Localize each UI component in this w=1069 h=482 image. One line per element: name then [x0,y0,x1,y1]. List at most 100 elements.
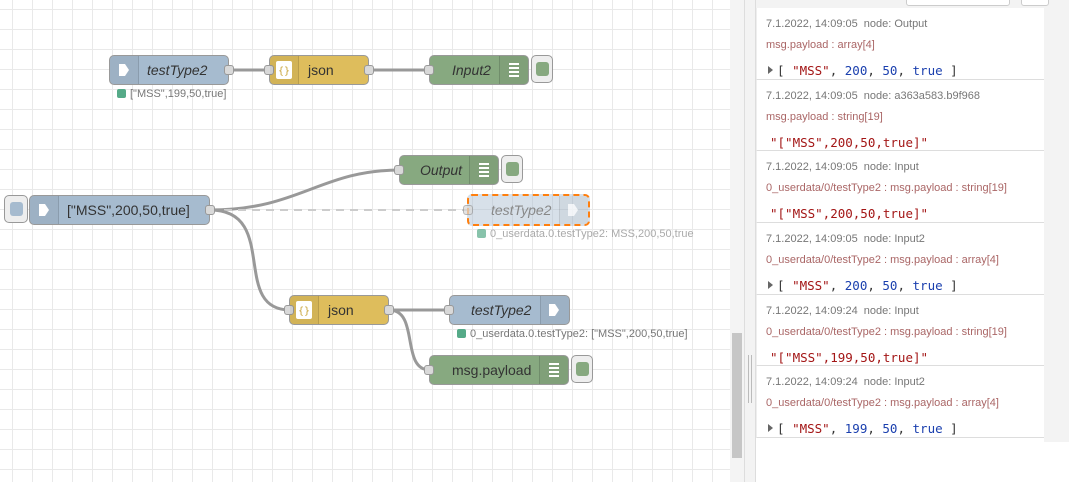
debug-toggle-button[interactable] [501,155,523,183]
message-topic: 0_userdata/0/testType2 : msg.payload : s… [766,182,1007,195]
debug-message-list: 7.1.2022, 14:09:05 node: Output msg.payloa… [756,8,1044,439]
message-meta: 7.1.2022, 14:09:05 node: Input [766,161,1044,173]
output-port[interactable] [364,65,374,75]
input-port[interactable] [463,205,473,215]
message-value[interactable]: [ "MSS", 200, 50, true ] [766,63,1044,78]
ioBroker-out-node[interactable]: testType2 [444,295,570,325]
message-node-link[interactable]: node: Input2 [864,376,925,388]
wire-inject-to-output [209,168,401,212]
node-status: 0_userdata.0.testType2: MSS,200,50,true [477,228,694,240]
message-value[interactable]: [ "MSS", 199, 50, true ] [766,421,1044,436]
inject-trigger-button[interactable] [4,195,28,223]
node-label: Input2 [452,62,491,78]
message-node-link[interactable]: node: a363a583.b9f968 [864,90,980,102]
message-meta: 7.1.2022, 14:09:24 node: Input2 [766,376,1044,388]
expand-triangle-icon[interactable] [768,424,773,433]
message-value: "["MSS",199,50,true]" [766,350,1044,365]
message-topic: 0_userdata/0/testType2 : msg.payload : a… [766,397,999,410]
message-timestamp: 7.1.2022, 14:09:05 [766,89,858,102]
message-value[interactable]: [ "MSS", 200, 50, true ] [766,278,1044,293]
svg-text:{}: {} [278,66,290,77]
message-value: "["MSS",200,50,true]" [766,206,1044,221]
wire-inject-to-json-bottom [209,208,291,312]
debug-node-input2[interactable]: Input2 [424,55,529,85]
inject-node-testtype2[interactable]: testType2 [109,55,234,85]
debug-message: 7.1.2022, 14:09:05 node: a363a583.b9f968 m… [756,79,1044,152]
debug-scrollbar[interactable] [1044,8,1069,442]
debug-message: 7.1.2022, 14:09:05 node: Output msg.payloa… [756,8,1044,80]
message-value-text: "["MSS",199,50,true]" [770,349,929,365]
debug-list-icon [499,56,528,84]
node-label: testType2 [491,202,552,218]
output-port[interactable] [224,65,234,75]
expand-triangle-icon[interactable] [768,66,773,74]
message-timestamp: 7.1.2022, 14:09:05 [766,233,858,246]
inject-arrow-icon [110,56,139,84]
message-node-link[interactable]: node: Input2 [864,233,925,245]
message-node-link[interactable]: node: Input [864,305,919,317]
node-label: testType2 [471,302,532,318]
debug-message: 7.1.2022, 14:09:05 node: Input 0_userdata/… [756,151,1044,224]
message-value-text: [ "MSS", 199, 50, true ] [777,421,958,437]
node-status: 0_userdata.0.testType2: ["MSS",200,50,tr… [457,328,688,340]
debug-sidebar: 7.1.2022, 14:09:05 node: Output msg.payloa… [756,0,1069,482]
svg-text:{}: {} [298,306,310,317]
message-meta: 7.1.2022, 14:09:05 node: Output [766,18,1044,30]
json-node[interactable]: {} json [264,55,374,85]
node-status: ["MSS",199,50,true] [117,88,226,100]
input-port[interactable] [394,165,404,175]
message-timestamp: 7.1.2022, 14:09:05 [766,18,858,30]
debug-message: 7.1.2022, 14:09:24 node: Input2 0_userdata… [756,366,1044,439]
debug-toggle-button[interactable] [531,55,553,83]
sidebar-divider[interactable] [744,0,756,482]
node-label: ["MSS",200,50,true] [67,202,190,218]
debug-list-icon [539,356,568,384]
message-value-text: [ "MSS", 200, 50, true ] [777,63,958,78]
expand-triangle-icon[interactable] [768,281,773,290]
message-meta: 7.1.2022, 14:09:05 node: a363a583.b9f968 [766,90,1044,102]
inject-arrow-icon [30,196,59,224]
json-braces-icon: {} [290,296,319,324]
workspace-scrollbar-thumb[interactable] [732,333,742,458]
debug-toolbar [756,0,1069,8]
status-dot-icon [117,89,126,98]
ioBroker-out-node-selected[interactable]: testType2 [463,194,590,226]
clear-messages-button[interactable] [1021,0,1049,6]
output-arrow-icon [559,196,588,224]
input-port[interactable] [424,65,434,75]
status-dot-icon [477,229,486,238]
json-node[interactable]: {} json [284,295,394,325]
message-value: "["MSS",200,50,true]" [766,135,1044,150]
message-node-link[interactable]: node: Output [864,18,928,30]
debug-filter-input[interactable] [906,0,1010,6]
inject-node-main[interactable]: ["MSS",200,50,true] [29,195,215,225]
message-value-text: "["MSS",200,50,true]" [770,134,929,150]
debug-message: 7.1.2022, 14:09:24 node: Input 0_userdata/… [756,294,1044,367]
debug-toggle-button[interactable] [571,355,593,383]
message-value-text: [ "MSS", 200, 50, true ] [777,278,958,294]
node-label: json [328,302,354,318]
output-port[interactable] [205,205,215,215]
status-dot-icon [457,329,466,338]
wire-json-to-payload [388,308,431,372]
divider-grip-icon [748,355,752,403]
message-meta: 7.1.2022, 14:09:05 node: Input2 [766,233,1044,245]
debug-node-output[interactable]: Output [394,155,499,185]
node-label: msg.payload [452,362,532,378]
input-port[interactable] [444,305,454,315]
debug-node-payload[interactable]: msg.payload [424,355,569,385]
message-topic: msg.payload : string[19] [766,110,883,123]
debug-list-icon [469,156,498,184]
message-value-text: "["MSS",200,50,true]" [770,206,929,222]
message-topic: msg.payload : array[4] [766,39,875,51]
input-port[interactable] [424,365,434,375]
message-meta: 7.1.2022, 14:09:24 node: Input [766,305,1044,317]
output-port[interactable] [384,305,394,315]
message-topic: 0_userdata/0/testType2 : msg.payload : a… [766,254,999,267]
message-topic: 0_userdata/0/testType2 : msg.payload : s… [766,325,1007,338]
flow-workspace[interactable]: testType2 ["MSS",199,50,true] {} json In… [0,0,730,482]
node-label: Output [420,162,463,178]
message-node-link[interactable]: node: Input [864,161,919,173]
message-timestamp: 7.1.2022, 14:09:05 [766,161,858,174]
message-timestamp: 7.1.2022, 14:09:24 [766,376,858,389]
